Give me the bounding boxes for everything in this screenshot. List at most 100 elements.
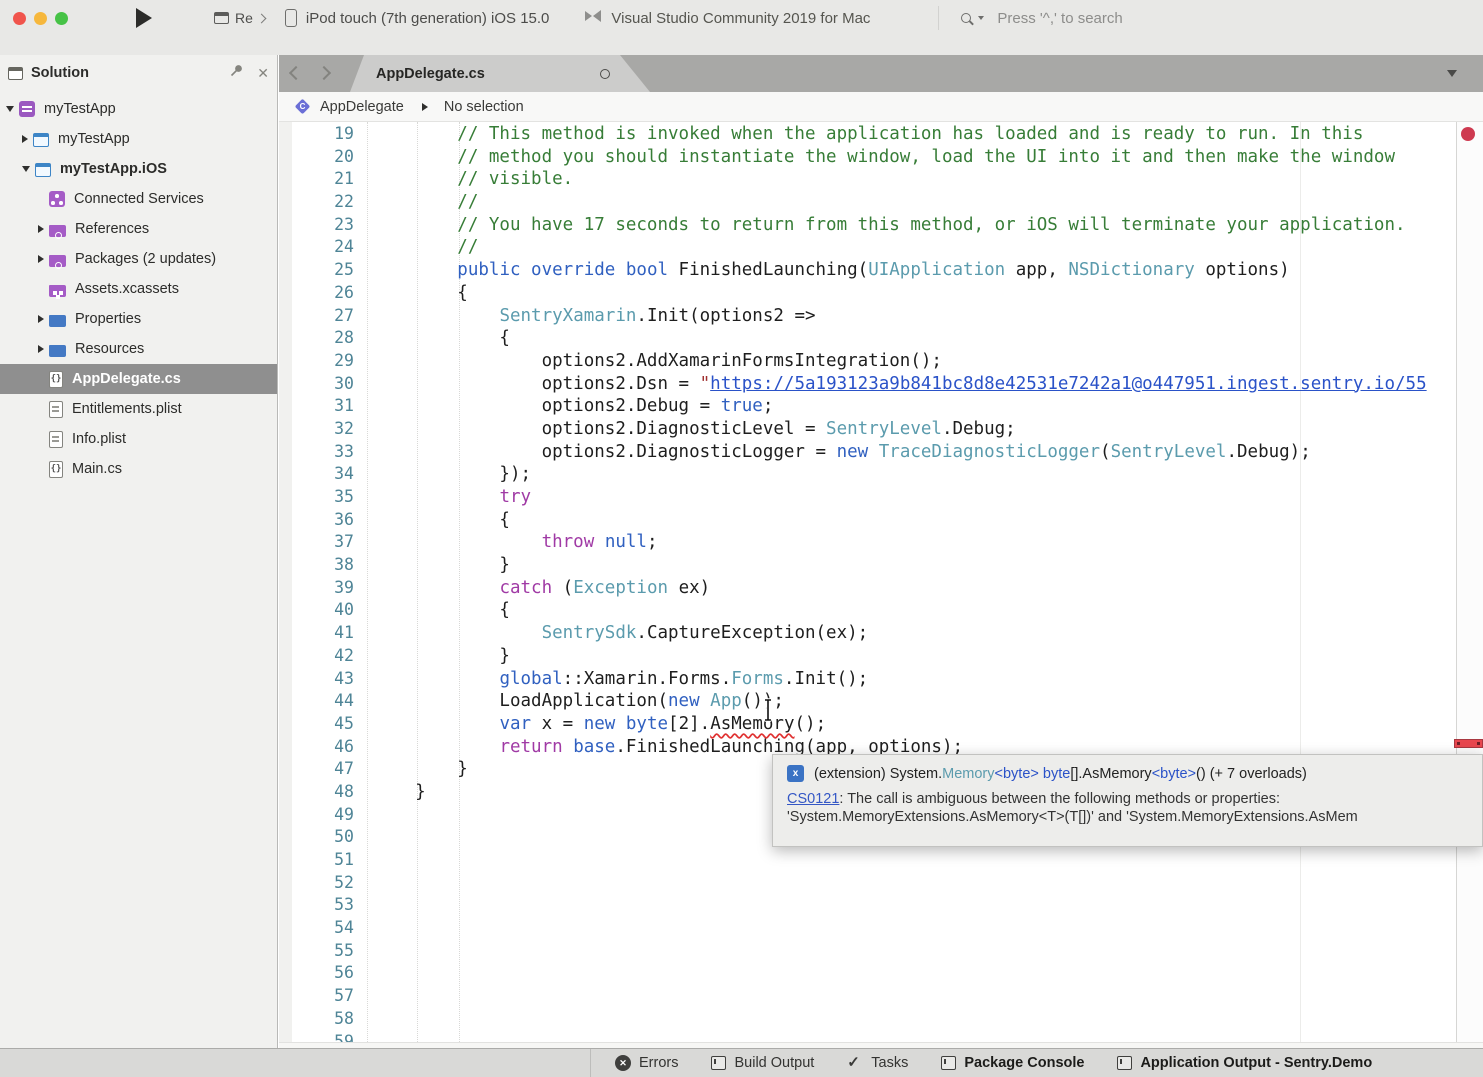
line-number[interactable]: 34 bbox=[292, 463, 354, 486]
app-title: Visual Studio Community 2019 for Mac bbox=[611, 10, 870, 27]
line-number[interactable]: 33 bbox=[292, 441, 354, 464]
breadcrumb-class[interactable]: AppDelegate bbox=[320, 99, 404, 115]
code-editor[interactable]: 1920212223242526272829303132333435363738… bbox=[279, 122, 1483, 1042]
line-number[interactable]: 39 bbox=[292, 577, 354, 600]
navigate-forward-button[interactable] bbox=[317, 66, 331, 80]
line-number[interactable]: 47 bbox=[292, 758, 354, 781]
vertical-scrollbar[interactable] bbox=[1456, 122, 1483, 1042]
breadcrumb-selection[interactable]: No selection bbox=[444, 99, 524, 115]
zoom-window-button[interactable] bbox=[55, 12, 68, 25]
line-number[interactable]: 19 bbox=[292, 123, 354, 146]
solution-icon bbox=[19, 101, 35, 117]
line-number-gutter[interactable]: 1920212223242526272829303132333435363738… bbox=[292, 123, 354, 1053]
close-window-button[interactable] bbox=[13, 12, 26, 25]
line-number[interactable]: 41 bbox=[292, 622, 354, 645]
minimize-window-button[interactable] bbox=[34, 12, 47, 25]
status-bar-item[interactable]: Tasks bbox=[847, 1055, 908, 1071]
line-number[interactable]: 45 bbox=[292, 713, 354, 736]
line-number[interactable]: 36 bbox=[292, 509, 354, 532]
navigate-back-button[interactable] bbox=[289, 66, 303, 80]
expander-arrow-icon[interactable] bbox=[38, 315, 44, 323]
folder-purple-icon bbox=[49, 255, 66, 267]
line-number[interactable]: 46 bbox=[292, 736, 354, 759]
line-number[interactable]: 29 bbox=[292, 350, 354, 373]
line-number[interactable]: 57 bbox=[292, 985, 354, 1008]
line-number[interactable]: 55 bbox=[292, 940, 354, 963]
status-bar-item[interactable]: Package Console bbox=[941, 1055, 1084, 1071]
tree-item[interactable]: Properties bbox=[0, 304, 277, 334]
solution-pad: Solution ✕ myTestApp myTestApp myTestApp… bbox=[0, 55, 278, 1048]
line-number[interactable]: 32 bbox=[292, 418, 354, 441]
code-line bbox=[373, 1008, 1427, 1031]
line-number[interactable]: 38 bbox=[292, 554, 354, 577]
expander-arrow-icon[interactable] bbox=[22, 166, 30, 172]
search-input[interactable]: Press '^,' to search bbox=[997, 10, 1122, 27]
line-number[interactable]: 22 bbox=[292, 191, 354, 214]
tree-item[interactable]: Assets.xcassets bbox=[0, 274, 277, 304]
line-number[interactable]: 23 bbox=[292, 214, 354, 237]
line-number[interactable]: 21 bbox=[292, 168, 354, 191]
breakpoint-margin[interactable] bbox=[279, 122, 292, 1042]
tree-item[interactable]: Connected Services bbox=[0, 184, 277, 214]
tasks-icon bbox=[847, 1055, 863, 1071]
line-number[interactable]: 37 bbox=[292, 531, 354, 554]
error-code-link[interactable]: CS0121 bbox=[787, 791, 839, 807]
tab-list-dropdown-icon[interactable] bbox=[1447, 70, 1457, 77]
line-number[interactable]: 48 bbox=[292, 781, 354, 804]
line-number[interactable]: 56 bbox=[292, 962, 354, 985]
tree-item[interactable]: myTestApp bbox=[0, 124, 277, 154]
line-number[interactable]: 24 bbox=[292, 236, 354, 259]
expander-arrow-icon[interactable] bbox=[38, 345, 44, 353]
tree-item[interactable]: Packages (2 updates) bbox=[0, 244, 277, 274]
code-text[interactable]: // This method is invoked when the appli… bbox=[373, 123, 1427, 1053]
line-number[interactable]: 51 bbox=[292, 849, 354, 872]
close-icon[interactable]: ✕ bbox=[257, 65, 269, 82]
line-number[interactable]: 54 bbox=[292, 917, 354, 940]
status-bar-item-label: Package Console bbox=[964, 1055, 1084, 1071]
line-number[interactable]: 27 bbox=[292, 305, 354, 328]
line-number[interactable]: 30 bbox=[292, 373, 354, 396]
line-number[interactable]: 44 bbox=[292, 690, 354, 713]
code-line: global::Xamarin.Forms.Forms.Init(); bbox=[373, 668, 1427, 691]
run-button[interactable] bbox=[136, 8, 152, 28]
text-cursor-icon bbox=[762, 698, 774, 727]
tree-item[interactable]: Main.cs bbox=[0, 454, 277, 484]
line-number[interactable]: 25 bbox=[292, 259, 354, 282]
tree-item[interactable]: myTestApp.iOS bbox=[0, 154, 277, 184]
line-number[interactable]: 31 bbox=[292, 395, 354, 418]
expander-arrow-icon[interactable] bbox=[38, 225, 44, 233]
tree-item[interactable]: Info.plist bbox=[0, 424, 277, 454]
expander-arrow-icon[interactable] bbox=[22, 135, 28, 143]
line-number[interactable]: 52 bbox=[292, 872, 354, 895]
line-number[interactable]: 49 bbox=[292, 804, 354, 827]
search-dropdown-chevron-icon[interactable] bbox=[978, 16, 984, 20]
code-line: SentrySdk.CaptureException(ex); bbox=[373, 622, 1427, 645]
pin-icon[interactable] bbox=[230, 64, 243, 82]
device-selector[interactable]: iPod touch (7th generation) iOS 15.0 bbox=[306, 10, 550, 27]
line-number[interactable]: 42 bbox=[292, 645, 354, 668]
status-bar-item[interactable]: Build Output bbox=[711, 1055, 814, 1071]
line-number[interactable]: 20 bbox=[292, 146, 354, 169]
tree-item[interactable]: myTestApp bbox=[0, 94, 277, 124]
line-number[interactable]: 53 bbox=[292, 894, 354, 917]
expander-arrow-icon[interactable] bbox=[38, 255, 44, 263]
configuration-selector[interactable]: Re bbox=[235, 10, 253, 26]
line-number[interactable]: 26 bbox=[292, 282, 354, 305]
status-bar-item[interactable]: Application Output - Sentry.Demo bbox=[1117, 1055, 1372, 1071]
tree-item[interactable]: Entitlements.plist bbox=[0, 394, 277, 424]
code-line bbox=[373, 872, 1427, 895]
line-number[interactable]: 50 bbox=[292, 826, 354, 849]
line-number[interactable]: 35 bbox=[292, 486, 354, 509]
status-bar-item[interactable]: Errors bbox=[615, 1055, 678, 1071]
search-icon[interactable] bbox=[961, 13, 971, 23]
tree-item[interactable]: Resources bbox=[0, 334, 277, 364]
tree-item[interactable]: AppDelegate.cs bbox=[0, 364, 277, 394]
line-number[interactable]: 58 bbox=[292, 1008, 354, 1031]
expander-arrow-icon[interactable] bbox=[6, 106, 14, 112]
line-number[interactable]: 28 bbox=[292, 327, 354, 350]
line-number[interactable]: 43 bbox=[292, 668, 354, 691]
code-line: options2.DiagnosticLevel = SentryLevel.D… bbox=[373, 418, 1427, 441]
tab-appdelegate[interactable]: AppDelegate.cs bbox=[350, 55, 650, 92]
line-number[interactable]: 40 bbox=[292, 599, 354, 622]
tree-item[interactable]: References bbox=[0, 214, 277, 244]
